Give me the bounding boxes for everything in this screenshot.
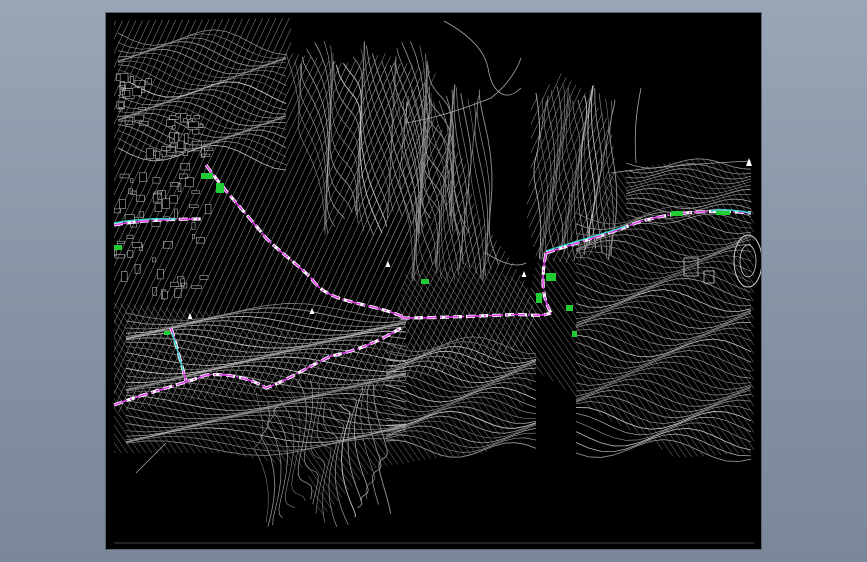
building-block [132, 242, 142, 248]
building-block [180, 113, 188, 123]
building-block [139, 211, 144, 218]
building-block [177, 140, 185, 149]
building-block [175, 113, 181, 118]
building-block [157, 268, 164, 280]
building-block [169, 195, 178, 204]
vegetation-patch [216, 183, 224, 193]
building-block [154, 203, 162, 212]
building-block [130, 75, 134, 84]
vegetation-patch [201, 173, 213, 179]
building-block [191, 222, 196, 230]
building-block [162, 290, 168, 300]
building-block [116, 240, 125, 244]
building-block [155, 151, 161, 159]
building-block [172, 125, 176, 130]
building-block [170, 281, 179, 287]
building-block [191, 190, 200, 194]
vegetation-patch [536, 293, 542, 303]
building-block [192, 128, 200, 135]
triangle-marker-icon [521, 271, 527, 277]
building-block [199, 275, 209, 280]
building-block [189, 204, 199, 208]
vegetation-patch [114, 245, 122, 250]
building-block [121, 271, 128, 282]
vegetation-patch [421, 279, 429, 284]
building-block [139, 172, 147, 182]
vegetation-patch [566, 305, 573, 311]
building-block [133, 114, 145, 121]
terrain-contour-regions [114, 18, 754, 518]
vegetation-patch [164, 331, 170, 335]
building-block [116, 73, 121, 82]
building-block [184, 133, 189, 144]
topographic-map [113, 18, 761, 544]
building-block [152, 177, 161, 184]
building-block [174, 208, 178, 219]
building-block [145, 148, 154, 159]
vegetation-patch [546, 273, 556, 281]
building-block [205, 204, 212, 215]
building-block [188, 121, 199, 128]
triangle-marker-icon [746, 158, 752, 166]
vegetation-patch [671, 211, 683, 216]
building-block [152, 257, 156, 263]
building-block [191, 285, 202, 289]
building-block [132, 87, 142, 97]
building-block [193, 115, 200, 120]
building-block [138, 107, 146, 110]
building-block [186, 115, 192, 120]
building-block [126, 234, 134, 239]
cad-drawing-canvas[interactable] [106, 13, 761, 549]
building-block [162, 198, 170, 209]
building-block [119, 199, 126, 209]
vegetation-patch [572, 331, 577, 337]
vegetation-patch [716, 211, 730, 215]
building-block [192, 234, 195, 239]
